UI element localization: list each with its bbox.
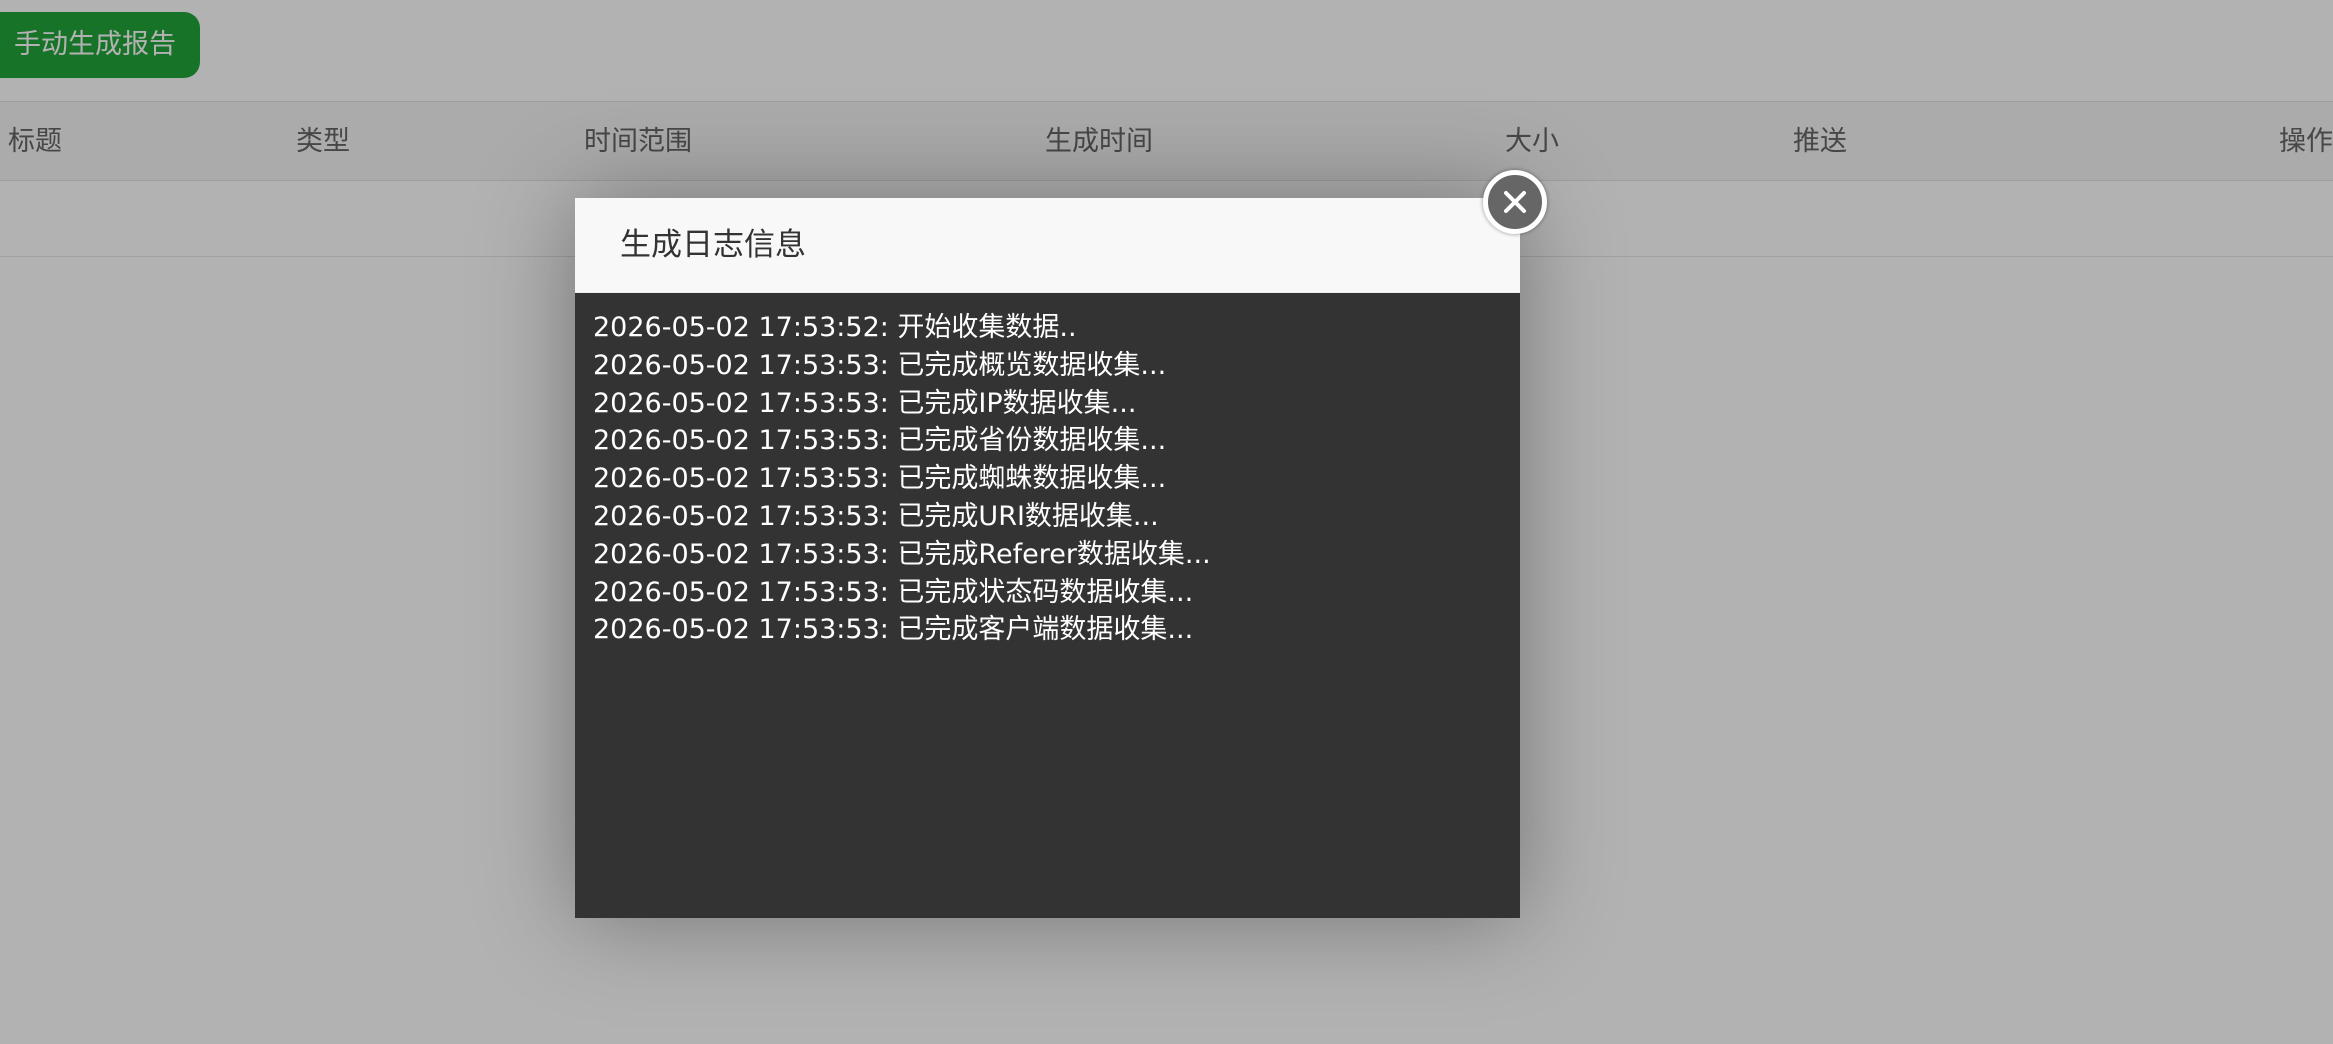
report-page: 手动生成报告 标题 类型 时间范围 生成时间 大小 推送 操作 生成日志信息 2… [0, 0, 2333, 1044]
log-line: 2026-05-02 17:53:53: 已完成省份数据收集... [593, 425, 1167, 457]
dialog-title: 生成日志信息 [620, 227, 806, 263]
log-line: 2026-05-02 17:53:53: 已完成状态码数据收集... [593, 576, 1194, 608]
log-line: 2026-05-02 17:53:53: 已完成Referer数据收集... [593, 538, 1211, 570]
log-line: 2026-05-02 17:53:53: 已完成客户端数据收集... [593, 614, 1194, 646]
log-line: 2026-05-02 17:53:53: 已完成IP数据收集... [593, 387, 1137, 419]
log-line: 2026-05-02 17:53:53: 已完成URI数据收集... [593, 500, 1159, 532]
log-dialog: 生成日志信息 2026-05-02 17:53:52: 开始收集数据.. 202… [575, 198, 1520, 918]
log-line: 2026-05-02 17:53:53: 已完成概览数据收集... [593, 349, 1167, 381]
log-line: 2026-05-02 17:53:52: 开始收集数据.. [593, 312, 1077, 343]
close-icon [1504, 191, 1526, 213]
dialog-header: 生成日志信息 [575, 198, 1520, 293]
log-output: 2026-05-02 17:53:52: 开始收集数据.. 2026-05-02… [575, 293, 1520, 918]
log-line: 2026-05-02 17:53:53: 已完成蜘蛛数据收集... [593, 463, 1167, 495]
dialog-close-button[interactable] [1483, 170, 1547, 234]
